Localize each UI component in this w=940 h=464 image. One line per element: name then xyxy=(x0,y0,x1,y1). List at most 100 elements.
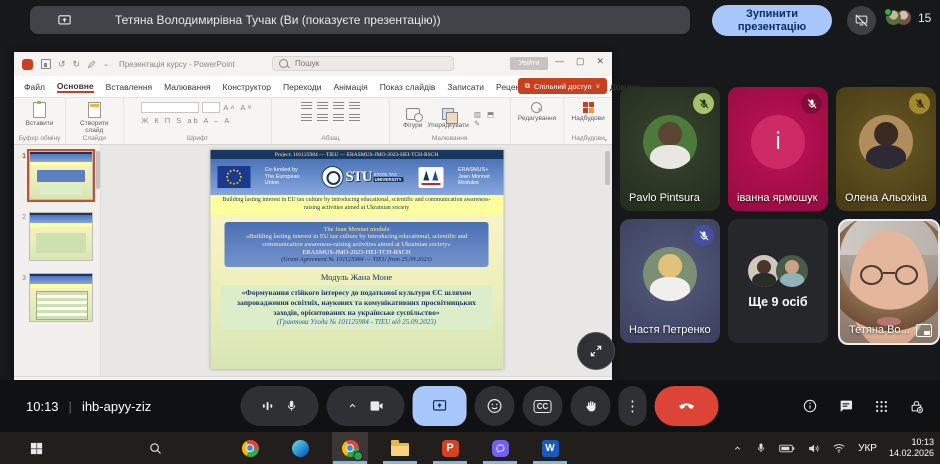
tray-mic-icon[interactable] xyxy=(755,442,767,454)
paragraph-group: Абзац xyxy=(272,98,389,144)
expand-presentation-button[interactable] xyxy=(577,332,615,370)
collapse-ribbon-icon[interactable]: ⌄ xyxy=(602,134,609,143)
thumbnail-scrollbar[interactable] xyxy=(96,151,100,189)
justify-icon[interactable] xyxy=(349,114,360,122)
font-name-select[interactable] xyxy=(141,102,199,113)
slide-thumbnail-2[interactable] xyxy=(29,212,93,261)
tab-draw[interactable]: Малювання xyxy=(164,82,210,92)
word-taskbar-icon[interactable]: W xyxy=(539,437,561,459)
slide-canvas[interactable]: Project: 101125984 — TIEU — ERASMUS-JMO-… xyxy=(101,145,612,376)
slides-group: Створити слайд Слайди xyxy=(66,98,124,144)
tab-design[interactable]: Конструктор xyxy=(223,82,271,92)
pen-icon[interactable] xyxy=(87,60,96,69)
indent-icon[interactable] xyxy=(333,102,344,110)
bullets-icon[interactable] xyxy=(301,102,312,110)
ppt-search-box[interactable] xyxy=(272,56,454,71)
chrome-active-taskbar-icon[interactable] xyxy=(339,437,361,459)
numbering-icon[interactable] xyxy=(317,102,328,110)
taskbar-clock[interactable]: 10:13 14.02.2026 xyxy=(889,437,934,460)
host-controls-button[interactable] xyxy=(909,399,924,414)
close-icon[interactable]: ✕ xyxy=(596,56,604,67)
stop-presenting-button[interactable]: Зупинити презентацію xyxy=(712,5,832,36)
undo-icon[interactable]: ↺ xyxy=(58,59,66,70)
battery-icon[interactable] xyxy=(779,443,795,454)
tile-nastia-petrenko[interactable]: Настя Петренко xyxy=(620,219,720,343)
mic-off-icon xyxy=(914,98,926,110)
canvas-scrollbar[interactable] xyxy=(605,151,610,185)
tile-more-participants[interactable]: Ще 9 осіб xyxy=(728,219,828,343)
slide-thumbnail-1[interactable] xyxy=(29,151,93,200)
tab-file[interactable]: Файл xyxy=(24,82,45,92)
camera-button[interactable] xyxy=(327,386,405,426)
tab-transitions[interactable]: Переходи xyxy=(283,82,322,92)
whiteboard-off-button[interactable] xyxy=(847,6,876,35)
chat-button[interactable] xyxy=(838,398,854,414)
align-left-icon[interactable] xyxy=(301,114,312,122)
edge-taskbar-icon[interactable] xyxy=(289,437,311,459)
avatar xyxy=(859,115,913,169)
taskbar-search-button[interactable] xyxy=(144,437,166,459)
meet-top-bar: Тетяна Володимирівна Тучак (Ви (показуєт… xyxy=(0,0,940,40)
tray-chevron-icon[interactable] xyxy=(732,443,743,454)
raise-hand-button[interactable] xyxy=(571,386,611,426)
whiteboard-off-icon xyxy=(854,13,869,28)
editing-button[interactable]: Редагування xyxy=(518,102,556,122)
new-slide-button[interactable]: Створити слайд xyxy=(71,102,118,134)
meeting-details-button[interactable] xyxy=(802,398,818,414)
powerpoint-taskbar-icon[interactable]: P xyxy=(439,437,461,459)
qat-chevron-icon[interactable]: ⌄ xyxy=(103,60,109,68)
shapes-icon xyxy=(406,108,420,120)
paste-button[interactable]: Вставити xyxy=(26,102,54,127)
tile-self-video[interactable]: Тетяна Во... xyxy=(838,219,940,345)
quick-styles-icons[interactable]: ▨ ⬒✎ xyxy=(474,110,496,128)
line-spacing-icon[interactable] xyxy=(349,102,360,110)
speaker-icon[interactable] xyxy=(807,442,820,455)
redo-icon[interactable]: ↻ xyxy=(73,59,81,70)
tab-home[interactable]: Основне xyxy=(57,81,94,93)
start-button[interactable] xyxy=(25,437,47,459)
slide-body: The Jean Monnet module «Building lasting… xyxy=(210,215,503,369)
activities-button[interactable] xyxy=(874,399,889,414)
font-style-icons[interactable]: Ж К П S ab A – А xyxy=(141,116,231,125)
tab-animations[interactable]: Анімація xyxy=(334,82,368,92)
present-button-active[interactable] xyxy=(413,386,467,426)
grow-shrink-font-icons[interactable]: A˄ A˅ xyxy=(223,103,253,112)
keyboard-language[interactable]: УКР xyxy=(858,443,877,454)
slide-banner: Building lasting interest in EU tax cult… xyxy=(210,195,503,215)
save-icon[interactable] xyxy=(41,59,51,69)
tab-slideshow[interactable]: Показ слайдів xyxy=(380,82,436,92)
align-right-icon[interactable] xyxy=(333,114,344,122)
tile-pavlo-pintsura[interactable]: Pavlo Pintsura xyxy=(620,87,720,211)
tile-olena-alokhina[interactable]: Олена Альохіна xyxy=(836,87,936,211)
tab-record[interactable]: Записати xyxy=(447,82,484,92)
stu-emblem-icon xyxy=(321,166,343,188)
ppt-search-input[interactable] xyxy=(293,58,447,69)
picture-in-picture-icon[interactable] xyxy=(916,324,932,337)
slide-thumbnail-3[interactable] xyxy=(29,273,93,322)
chrome-taskbar-icon[interactable] xyxy=(239,437,261,459)
participant-name: Олена Альохіна xyxy=(845,192,927,204)
share-button[interactable]: ⧉ Спільний доступ ˅ xyxy=(518,78,607,94)
arrange-button[interactable]: Упорядкувати xyxy=(427,108,468,129)
participants-count-button[interactable]: 15 xyxy=(886,10,931,25)
signin-button[interactable]: Увійти xyxy=(510,57,548,70)
viber-taskbar-icon[interactable] xyxy=(489,437,511,459)
tile-ivanna-yarmoshuk[interactable]: і іванна ярмошук xyxy=(728,87,828,211)
windows-taskbar: P W УКР xyxy=(0,432,940,464)
file-explorer-taskbar-icon[interactable] xyxy=(389,437,411,459)
maximize-icon[interactable]: ▢ xyxy=(576,56,585,67)
tab-insert[interactable]: Вставлення xyxy=(106,82,152,92)
more-options-button[interactable]: ⋮ xyxy=(619,386,647,426)
font-size-select[interactable] xyxy=(202,102,220,113)
reactions-button[interactable] xyxy=(475,386,515,426)
minimize-icon[interactable]: — xyxy=(555,56,564,67)
leave-call-button[interactable] xyxy=(655,386,719,426)
addins-button[interactable]: Надбудови xyxy=(572,102,605,122)
avatar: і xyxy=(751,115,805,169)
microphone-button[interactable] xyxy=(241,386,319,426)
wifi-icon[interactable] xyxy=(832,441,846,455)
shapes-button[interactable]: Фігури xyxy=(403,108,422,129)
align-center-icon[interactable] xyxy=(317,114,328,122)
participant-avatar xyxy=(886,10,901,25)
captions-button[interactable]: CC xyxy=(523,386,563,426)
